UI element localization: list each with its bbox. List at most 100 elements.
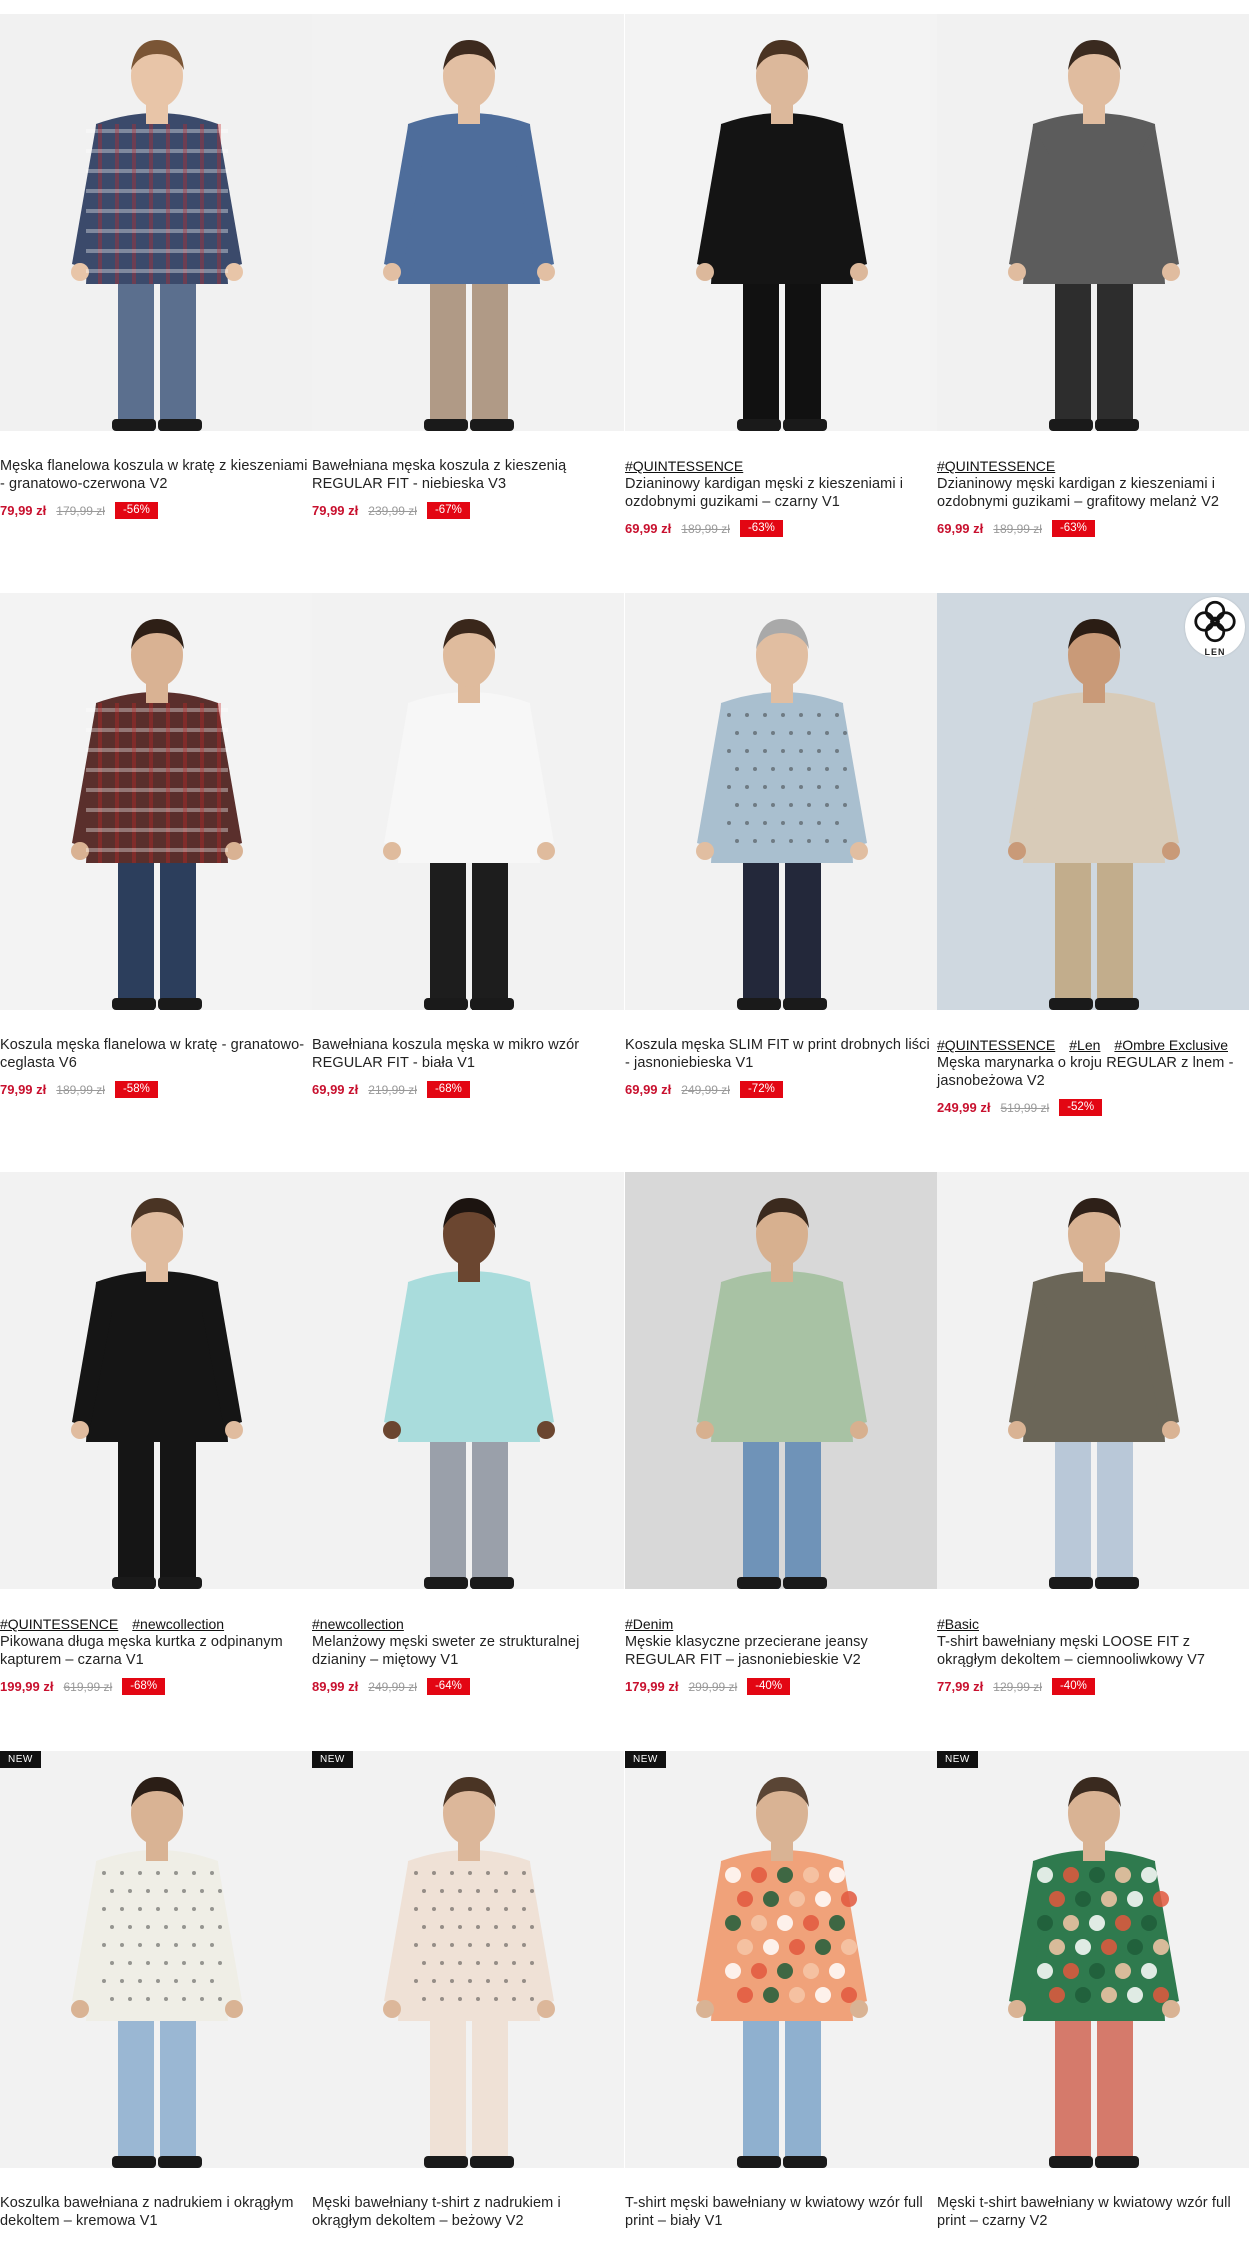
discount-badge: -68% (122, 1678, 166, 1695)
product-card[interactable]: LEN #QUINTESSENCE #Len #Ombre Exclusive Męsk… (937, 593, 1249, 1116)
product-photo-illustration (625, 14, 937, 431)
current-price: 69,99 zł (625, 521, 672, 536)
product-photo-illustration (625, 593, 937, 1010)
product-title[interactable]: Męska marynarka o kroju REGULAR z lnem -… (937, 1054, 1249, 1090)
product-prices: 69,99 zł 189,99 zł -63% (625, 520, 937, 537)
product-tag-link[interactable]: #QUINTESSENCE (625, 457, 743, 475)
product-tag-link[interactable]: #QUINTESSENCE (937, 457, 1055, 475)
product-tag-link[interactable]: #Ombre Exclusive (1114, 1036, 1228, 1054)
product-info: #QUINTESSENCE Dzianinowy męski kardigan z… (937, 431, 1249, 537)
product-image[interactable] (625, 14, 937, 431)
product-image[interactable] (937, 1172, 1249, 1589)
product-tags: #newcollection (312, 1615, 624, 1633)
product-card[interactable]: NEW Koszulka bawełniana z nadrukiem i okr… (0, 1751, 312, 2230)
product-tags: #Basic (937, 1615, 1249, 1633)
product-card[interactable]: Bawełniana męska koszula z kieszenią REG… (312, 14, 624, 519)
product-image[interactable] (0, 14, 312, 431)
product-info: Koszulka bawełniana z nadrukiem i okrągł… (0, 2168, 312, 2230)
product-title[interactable]: Koszula męska flanelowa w kratę - granat… (0, 1036, 312, 1072)
product-title[interactable]: T-shirt bawełniany męski LOOSE FIT z okr… (937, 1633, 1249, 1669)
product-info: Męska flanelowa koszula w kratę z kiesze… (0, 431, 312, 519)
product-prices: 89,99 zł 249,99 zł -64% (312, 1678, 624, 1695)
product-card[interactable]: NEW Męski bawełniany t-shirt z nadrukiem … (312, 1751, 624, 2230)
product-prices: 79,99 zł 189,99 zł -58% (0, 1081, 312, 1098)
current-price: 199,99 zł (0, 1679, 54, 1694)
old-price: 189,99 zł (681, 521, 730, 536)
product-card[interactable]: Koszula męska flanelowa w kratę - granat… (0, 593, 312, 1098)
product-image[interactable]: NEW (625, 1751, 937, 2168)
product-image[interactable]: NEW (0, 1751, 312, 2168)
product-image[interactable]: NEW (312, 1751, 624, 2168)
product-title[interactable]: Melanżowy męski sweter ze strukturalnej … (312, 1633, 624, 1669)
new-badge: NEW (312, 1751, 353, 1768)
discount-badge: -63% (739, 520, 783, 537)
product-title[interactable]: T-shirt męski bawełniany w kwiatowy wzór… (625, 2194, 937, 2230)
product-photo-illustration (312, 593, 624, 1010)
product-tag-link[interactable]: #newcollection (132, 1615, 224, 1633)
product-photo-illustration (0, 593, 312, 1010)
product-card[interactable]: #newcollection Melanżowy męski sweter ze … (312, 1172, 624, 1695)
product-image[interactable]: LEN (937, 593, 1249, 1010)
product-image[interactable] (312, 593, 624, 1010)
current-price: 179,99 zł (625, 1679, 679, 1694)
product-info: #QUINTESSENCE #newcollection Pikowana dług… (0, 1589, 312, 1695)
product-tag-link[interactable]: #Denim (625, 1615, 673, 1633)
product-card[interactable]: #QUINTESSENCE #newcollection Pikowana dług… (0, 1172, 312, 1695)
product-tags: #QUINTESSENCE (937, 457, 1249, 475)
product-title[interactable]: Męska flanelowa koszula w kratę z kiesze… (0, 457, 312, 493)
product-info: #QUINTESSENCE #Len #Ombre Exclusive Męska m… (937, 1010, 1249, 1116)
product-card[interactable]: Męska flanelowa koszula w kratę z kiesze… (0, 14, 312, 519)
product-title[interactable]: Dzianinowy męski kardigan z kieszeniami … (937, 475, 1249, 511)
old-price: 519,99 zł (1000, 1100, 1050, 1115)
discount-badge: -40% (1051, 1678, 1095, 1695)
product-photo-illustration (937, 14, 1249, 431)
product-tag-link[interactable]: #Len (1069, 1036, 1100, 1054)
product-title[interactable]: Męskie klasyczne przecierane jeansy REGU… (625, 1633, 937, 1669)
old-price: 129,99 zł (993, 1679, 1042, 1694)
product-image[interactable] (312, 14, 624, 431)
current-price: 89,99 zł (312, 1679, 359, 1694)
current-price: 79,99 zł (312, 503, 359, 518)
discount-badge: -72% (739, 1081, 783, 1098)
product-image[interactable] (0, 1172, 312, 1589)
product-title[interactable]: Koszula męska SLIM FIT w print drobnych … (625, 1036, 937, 1072)
product-card[interactable]: Koszula męska SLIM FIT w print drobnych … (625, 593, 937, 1098)
product-image[interactable] (312, 1172, 624, 1589)
product-image[interactable] (625, 1172, 937, 1589)
old-price: 299,99 zł (688, 1679, 738, 1694)
product-title[interactable]: Męski t-shirt bawełniany w kwiatowy wzór… (937, 2194, 1249, 2230)
product-card[interactable]: #Basic T-shirt bawełniany męski LOOSE FIT… (937, 1172, 1249, 1695)
product-prices: 69,99 zł 249,99 zł -72% (625, 1081, 937, 1098)
product-title[interactable]: Bawełniana koszula męska w mikro wzór RE… (312, 1036, 624, 1072)
discount-badge: -58% (114, 1081, 158, 1098)
product-title[interactable]: Męski bawełniany t-shirt z nadrukiem i o… (312, 2194, 624, 2230)
old-price: 249,99 zł (681, 1082, 730, 1097)
product-title[interactable]: Dzianinowy kardigan męski z kieszeniami … (625, 475, 937, 511)
product-image[interactable]: NEW (937, 1751, 1249, 2168)
product-prices: 79,99 zł 239,99 zł -67% (312, 502, 624, 519)
product-tag-link[interactable]: #QUINTESSENCE (0, 1615, 118, 1633)
product-tags: #QUINTESSENCE #newcollection (0, 1615, 312, 1633)
product-tags: #Denim (625, 1615, 937, 1633)
product-info: T-shirt męski bawełniany w kwiatowy wzór… (625, 2168, 937, 2230)
product-prices: 69,99 zł 219,99 zł -68% (312, 1081, 624, 1098)
product-card[interactable]: NEW T-shirt męski bawełniany w kwiatowy w… (625, 1751, 937, 2230)
product-card[interactable]: #QUINTESSENCE Dzianinowy kardigan męski z… (625, 14, 937, 537)
product-title[interactable]: Koszulka bawełniana z nadrukiem i okrągł… (0, 2194, 312, 2230)
product-image[interactable] (0, 593, 312, 1010)
product-tag-link[interactable]: #Basic (937, 1615, 979, 1633)
linen-label: LEN (1204, 647, 1226, 657)
product-card[interactable]: #QUINTESSENCE Dzianinowy męski kardigan z… (937, 14, 1249, 537)
product-card[interactable]: NEW Męski t-shirt bawełniany w kwiatowy w… (937, 1751, 1249, 2230)
product-title[interactable]: Pikowana długa męska kurtka z odpinanym … (0, 1633, 312, 1669)
product-card[interactable]: #Denim Męskie klasyczne przecierane jeans… (625, 1172, 937, 1695)
current-price: 79,99 zł (0, 503, 47, 518)
product-tags: #QUINTESSENCE (625, 457, 937, 475)
product-card[interactable]: Bawełniana koszula męska w mikro wzór RE… (312, 593, 624, 1098)
product-image[interactable] (937, 14, 1249, 431)
product-tag-link[interactable]: #newcollection (312, 1615, 404, 1633)
product-image[interactable] (625, 593, 937, 1010)
product-tag-link[interactable]: #QUINTESSENCE (937, 1036, 1055, 1054)
product-title[interactable]: Bawełniana męska koszula z kieszenią REG… (312, 457, 624, 493)
product-tags: #QUINTESSENCE #Len #Ombre Exclusive (937, 1036, 1249, 1054)
